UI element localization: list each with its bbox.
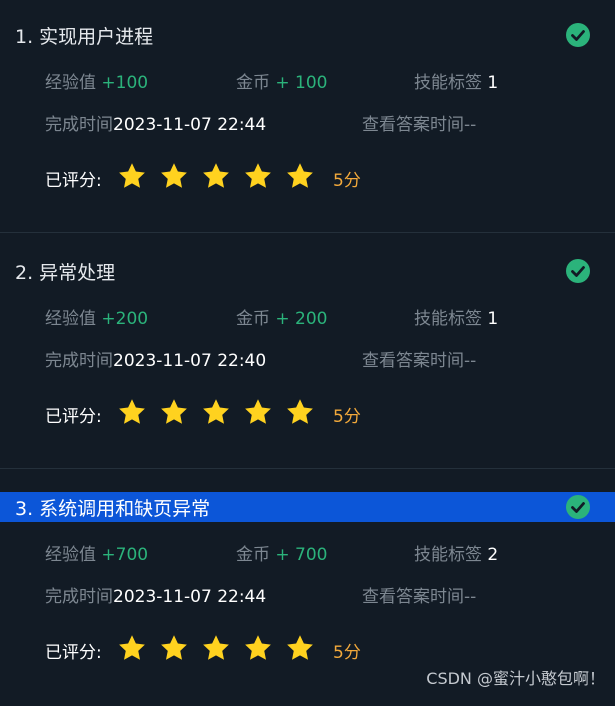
star-icon[interactable] bbox=[243, 161, 273, 191]
star-icon[interactable] bbox=[201, 161, 231, 191]
task-title-row[interactable]: 1. 实现用户进程 bbox=[0, 20, 615, 50]
exp-info: 经验值 +100 bbox=[45, 73, 149, 93]
skill-info: 技能标签 1 bbox=[414, 73, 499, 93]
exp-info: 经验值 +200 bbox=[45, 309, 149, 329]
star-icon[interactable] bbox=[201, 633, 231, 663]
completed-check-icon bbox=[566, 23, 590, 47]
rating-label: 已评分: bbox=[45, 407, 102, 427]
star-icon[interactable] bbox=[285, 397, 315, 427]
divider bbox=[0, 232, 615, 233]
star-icon[interactable] bbox=[117, 161, 147, 191]
star-rating[interactable] bbox=[117, 397, 315, 427]
star-icon[interactable] bbox=[159, 397, 189, 427]
star-icon[interactable] bbox=[243, 397, 273, 427]
star-icon[interactable] bbox=[285, 633, 315, 663]
star-rating[interactable] bbox=[117, 633, 315, 663]
star-rating[interactable] bbox=[117, 161, 315, 191]
score-text: 5分 bbox=[333, 643, 361, 663]
star-icon[interactable] bbox=[159, 161, 189, 191]
task-title[interactable]: 1. 实现用户进程 bbox=[15, 22, 153, 49]
finish-time: 完成时间2023-11-07 22:44 bbox=[45, 587, 267, 607]
coin-info: 金币 + 100 bbox=[236, 73, 328, 93]
rating-label: 已评分: bbox=[45, 643, 102, 663]
task-card: 1. 实现用户进程 经验值 +100 金币 + 100 技能标签 1 完成时间2… bbox=[0, 0, 615, 234]
star-icon[interactable] bbox=[117, 633, 147, 663]
star-icon[interactable] bbox=[159, 633, 189, 663]
watermark: CSDN @蜜汁小憨包啊！ bbox=[426, 669, 605, 688]
task-title-row-selected[interactable]: 3. 系统调用和缺页异常 bbox=[0, 492, 615, 522]
finish-time: 完成时间2023-11-07 22:44 bbox=[45, 115, 267, 135]
answer-time: 查看答案时间-- bbox=[362, 351, 477, 371]
answer-time: 查看答案时间-- bbox=[362, 587, 477, 607]
skill-info: 技能标签 2 bbox=[414, 545, 499, 565]
skill-info: 技能标签 1 bbox=[414, 309, 499, 329]
star-icon[interactable] bbox=[117, 397, 147, 427]
star-icon[interactable] bbox=[243, 633, 273, 663]
task-title[interactable]: 2. 异常处理 bbox=[15, 258, 115, 285]
score-text: 5分 bbox=[333, 171, 361, 191]
completed-check-icon bbox=[566, 259, 590, 283]
task-title-row[interactable]: 2. 异常处理 bbox=[0, 256, 615, 286]
task-card: 2. 异常处理 经验值 +200 金币 + 200 技能标签 1 完成时间202… bbox=[0, 236, 615, 470]
divider bbox=[0, 468, 615, 469]
answer-time: 查看答案时间-- bbox=[362, 115, 477, 135]
score-text: 5分 bbox=[333, 407, 361, 427]
task-title[interactable]: 3. 系统调用和缺页异常 bbox=[15, 494, 210, 521]
coin-info: 金币 + 200 bbox=[236, 309, 328, 329]
star-icon[interactable] bbox=[285, 161, 315, 191]
completed-check-icon bbox=[566, 495, 590, 519]
exp-info: 经验值 +700 bbox=[45, 545, 149, 565]
rating-label: 已评分: bbox=[45, 171, 102, 191]
finish-time: 完成时间2023-11-07 22:40 bbox=[45, 351, 267, 371]
coin-info: 金币 + 700 bbox=[236, 545, 328, 565]
star-icon[interactable] bbox=[201, 397, 231, 427]
